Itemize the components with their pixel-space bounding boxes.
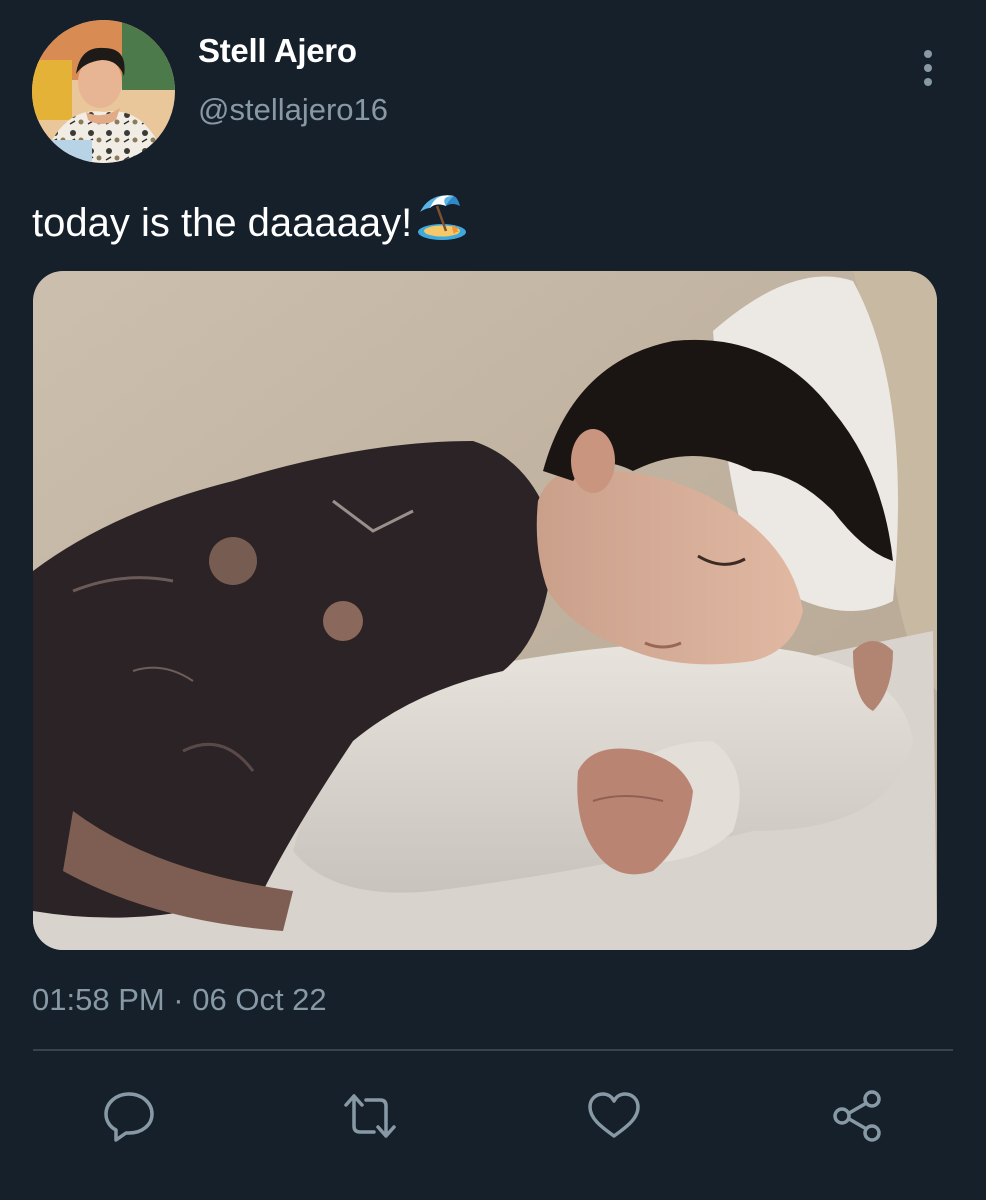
tweet-media-image[interactable] (33, 271, 937, 950)
reply-button[interactable] (101, 1088, 157, 1144)
speech-bubble-icon (104, 1092, 154, 1142)
retweet-arrows-icon (344, 1094, 396, 1138)
beach-umbrella-icon (416, 190, 468, 252)
tweet-text-content: today is the daaaaay! (32, 201, 413, 245)
user-avatar[interactable] (32, 20, 175, 163)
tweet-timestamp: 01:58 PM · 06 Oct 22 (32, 982, 327, 1017)
vertical-ellipsis-icon (924, 50, 932, 86)
more-options-button[interactable] (910, 46, 946, 92)
user-display-name[interactable]: Stell Ajero (198, 32, 357, 70)
heart-icon (588, 1092, 640, 1138)
share-button[interactable] (830, 1088, 886, 1144)
divider (33, 1049, 953, 1051)
retweet-button[interactable] (342, 1088, 398, 1144)
tweet-detail: Stell Ajero @stellajero16 today is the d… (0, 0, 986, 1200)
like-button[interactable] (586, 1088, 642, 1144)
tweet-text: today is the daaaaay! (32, 190, 468, 252)
share-nodes-icon (833, 1090, 881, 1142)
avatar-image (32, 20, 175, 163)
media-photo (33, 271, 937, 950)
user-handle[interactable]: @stellajero16 (198, 92, 388, 128)
